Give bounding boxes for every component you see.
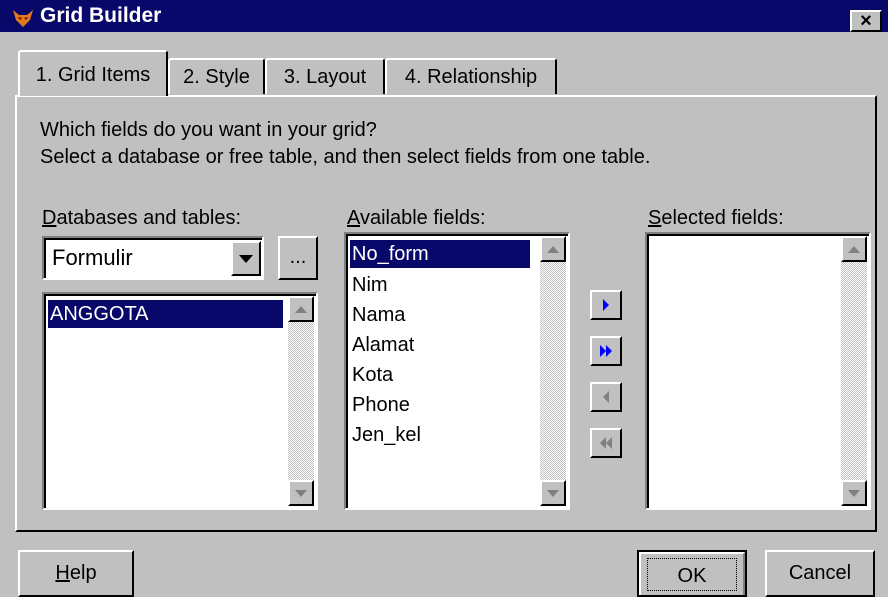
tab-relationship[interactable]: 4. Relationship <box>385 58 557 94</box>
database-combobox-value: Formulir <box>52 245 133 270</box>
browse-button[interactable]: ... <box>278 236 318 280</box>
available-fields-listbox[interactable]: No_form Nim Nama Alamat Kota Phone Jen_k… <box>344 232 570 510</box>
tab-style[interactable]: 2. Style <box>168 58 265 94</box>
add-field-button[interactable] <box>590 290 622 320</box>
double-arrow-right-icon <box>600 340 612 362</box>
remove-field-button[interactable] <box>590 382 622 412</box>
selected-label-hotkey: S <box>648 207 662 229</box>
instruction-line-1: Which fields do you want in your grid? <box>40 119 377 141</box>
double-arrow-left-icon <box>600 432 612 454</box>
scroll-up-button[interactable] <box>841 236 867 262</box>
arrow-up-icon <box>295 306 307 313</box>
add-all-fields-button[interactable] <box>590 336 622 366</box>
ok-button[interactable]: OK <box>637 550 747 597</box>
available-label-hotkey: A <box>347 207 360 229</box>
scroll-down-button[interactable] <box>841 480 867 506</box>
databases-label: Databases and tables: <box>42 206 241 230</box>
scroll-down-button[interactable] <box>540 480 566 506</box>
tab-label: 4. Relationship <box>404 66 538 88</box>
help-hotkey: H <box>55 562 70 584</box>
scroll-up-button[interactable] <box>288 296 314 322</box>
fox-app-icon <box>13 10 33 27</box>
selected-fields-label: Selected fields: <box>648 206 784 230</box>
tables-scrollbar[interactable] <box>288 296 314 506</box>
field-item[interactable]: Nim <box>350 271 390 299</box>
tables-listbox[interactable]: ANGGOTA <box>42 292 318 510</box>
field-item[interactable]: Alamat <box>350 331 416 359</box>
arrow-down-icon <box>295 490 307 497</box>
field-item[interactable]: Kota <box>350 361 395 389</box>
instruction-line-2: Select a database or free table, and the… <box>40 146 651 168</box>
cancel-button[interactable]: Cancel <box>765 550 875 597</box>
field-item[interactable]: Jen_kel <box>350 421 423 449</box>
tab-layout[interactable]: 3. Layout <box>265 58 385 94</box>
arrow-up-icon <box>547 246 559 253</box>
field-item-selected[interactable]: No_form <box>350 240 530 268</box>
database-combobox[interactable]: Formulir <box>42 236 264 280</box>
close-button[interactable]: × <box>850 10 882 32</box>
ok-label: OK <box>647 558 737 591</box>
help-button[interactable]: Help <box>18 550 134 597</box>
available-scrollbar[interactable] <box>540 236 566 506</box>
arrow-down-icon <box>848 490 860 497</box>
tab-label: 2. Style <box>183 66 250 88</box>
tab-grid-items[interactable]: 1. Grid Items <box>18 50 168 96</box>
tab-label: 1. Grid Items <box>35 64 151 86</box>
help-label: elp <box>69 562 97 584</box>
chevron-down-icon <box>239 255 253 263</box>
combobox-dropdown-button[interactable] <box>231 241 261 276</box>
arrow-up-icon <box>848 246 860 253</box>
arrow-right-icon <box>603 299 609 311</box>
arrow-down-icon <box>547 490 559 497</box>
window-title: Grid Builder <box>40 4 162 27</box>
close-icon: × <box>860 10 872 32</box>
selected-fields-listbox[interactable] <box>645 232 871 510</box>
databases-label-text: atabases and tables: <box>56 207 242 229</box>
available-fields-label: Available fields: <box>347 206 486 230</box>
arrow-left-icon <box>603 391 609 403</box>
tab-label: 3. Layout <box>283 66 367 88</box>
field-item[interactable]: Phone <box>350 391 412 419</box>
databases-label-hotkey: D <box>42 207 57 229</box>
remove-all-fields-button[interactable] <box>590 428 622 458</box>
available-label-text: vailable fields: <box>359 207 486 229</box>
scroll-up-button[interactable] <box>540 236 566 262</box>
selected-scrollbar[interactable] <box>841 236 867 506</box>
table-item[interactable]: ANGGOTA <box>48 300 283 328</box>
scroll-down-button[interactable] <box>288 480 314 506</box>
field-item[interactable]: Nama <box>350 301 407 329</box>
selected-label-text: elected fields: <box>661 207 784 229</box>
